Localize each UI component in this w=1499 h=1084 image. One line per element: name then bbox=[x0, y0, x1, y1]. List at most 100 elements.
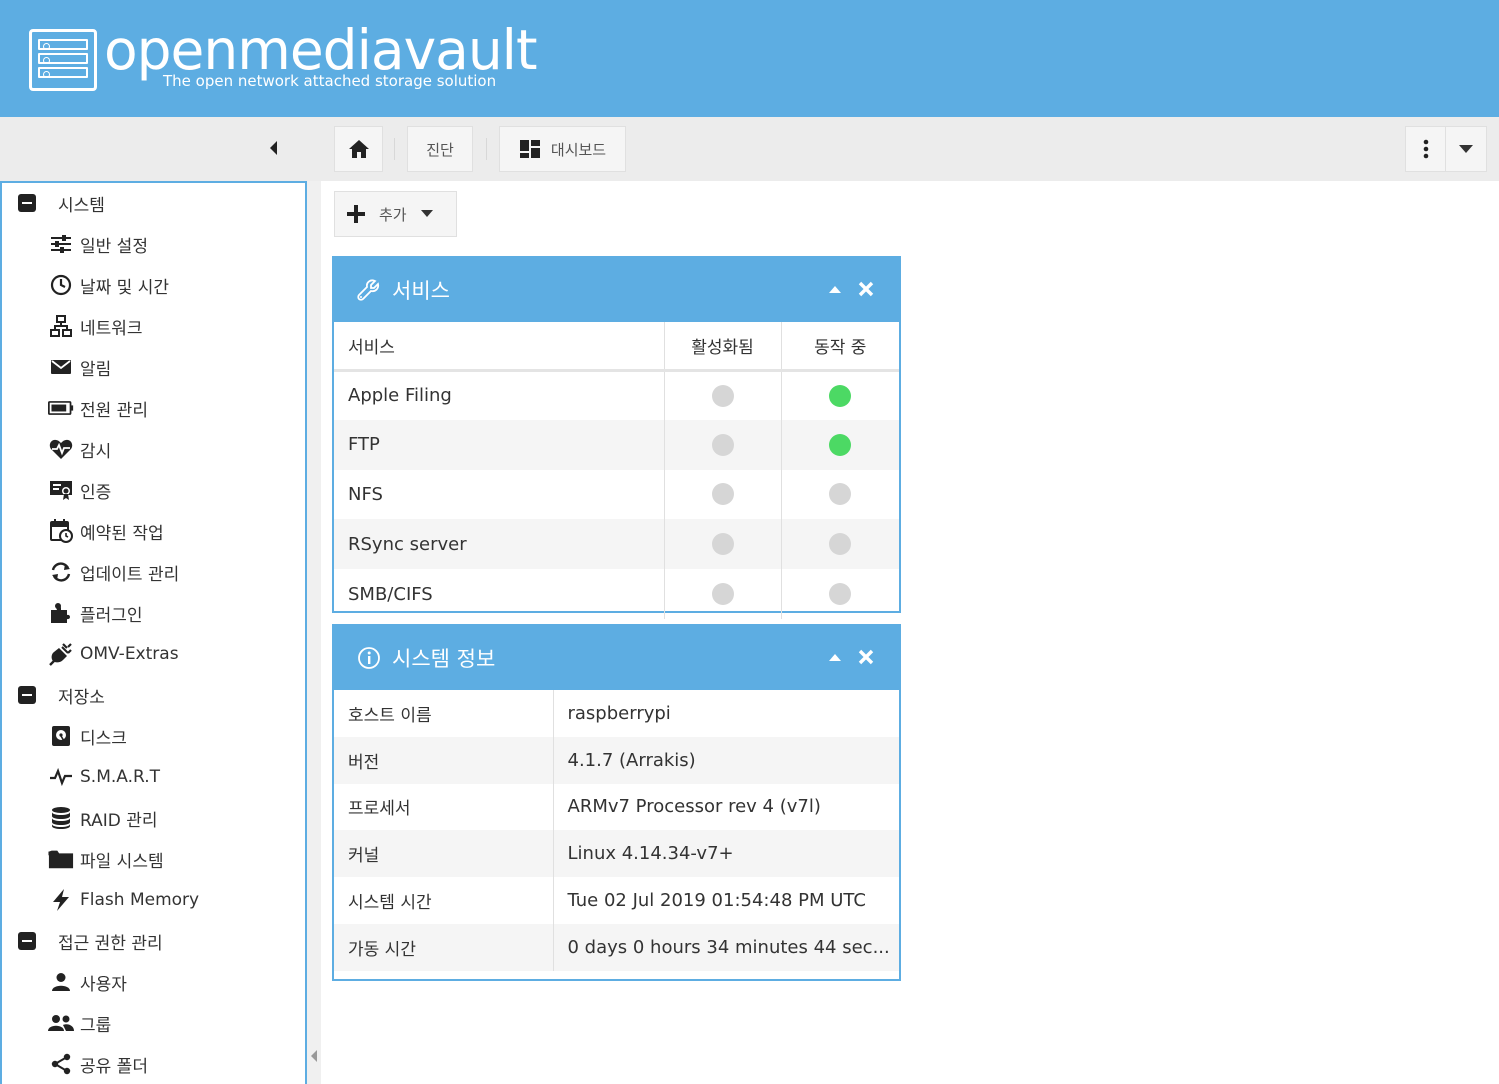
home-button[interactable] bbox=[334, 126, 383, 172]
info-circle-icon bbox=[356, 645, 382, 671]
sidebar-item-label: 네트워크 bbox=[80, 318, 143, 339]
sidebar-group-label: 저장소 bbox=[58, 687, 105, 708]
sidebar-item-label: RAID 관리 bbox=[80, 810, 158, 831]
sidebar-item-power-management[interactable]: 전원 관리 bbox=[48, 393, 148, 423]
sidebar-item-file-systems[interactable]: 파일 시스템 bbox=[48, 844, 164, 874]
system-info-panel-header: 시스템 정보 bbox=[334, 626, 899, 690]
service-enabled-cell bbox=[664, 419, 782, 470]
disk-icon bbox=[48, 723, 74, 749]
sidebar-item-update-management[interactable]: 업데이트 관리 bbox=[48, 557, 179, 587]
sliders-icon bbox=[48, 231, 74, 257]
sidebar-item-network[interactable]: 네트워크 bbox=[48, 311, 143, 341]
table-row: 커널 Linux 4.14.34-v7+ bbox=[334, 830, 899, 878]
service-name: RSync server bbox=[334, 519, 665, 570]
heartbeat-icon bbox=[48, 436, 74, 462]
services-panel: 서비스 서비스 활성화됨 동작 중 Apple Filing FTP NFS RSyn… bbox=[332, 256, 901, 619]
status-dot-on bbox=[829, 433, 852, 456]
flash-icon bbox=[48, 887, 74, 913]
battery-icon bbox=[48, 395, 74, 421]
status-dot-off bbox=[711, 433, 734, 456]
breadcrumb-dashboard[interactable]: 대시보드 bbox=[499, 126, 626, 172]
sidebar-group-label: 시스템 bbox=[58, 195, 105, 216]
status-dot-off bbox=[711, 533, 734, 556]
sidebar-item-label: 예약된 작업 bbox=[80, 523, 164, 544]
sidebar-item-flash-memory[interactable]: Flash Memory bbox=[48, 885, 199, 915]
sidebar-item-raid-management[interactable]: RAID 관리 bbox=[48, 803, 158, 833]
sidebar-item-date-time[interactable]: 날짜 및 시간 bbox=[48, 270, 169, 300]
table-row: 버전 4.1.7 (Arrakis) bbox=[334, 736, 899, 784]
service-enabled-cell bbox=[664, 469, 782, 520]
sidebar-item-general-settings[interactable]: 일반 설정 bbox=[48, 229, 148, 259]
collapse-minus-icon[interactable] bbox=[14, 928, 40, 954]
sidebar-item-disks[interactable]: 디스크 bbox=[48, 721, 127, 751]
user-menu-dropdown-button[interactable] bbox=[1445, 126, 1487, 172]
collapse-sidebar-button[interactable] bbox=[262, 136, 286, 160]
table-row[interactable]: Apple Filing bbox=[334, 370, 899, 420]
sidebar-item-shared-folders[interactable]: 공유 폴더 bbox=[48, 1049, 148, 1079]
table-row[interactable]: NFS bbox=[334, 469, 899, 520]
info-key: 버전 bbox=[334, 736, 554, 784]
sidebar-scrollbar[interactable] bbox=[307, 181, 321, 1084]
collapse-minus-icon[interactable] bbox=[14, 682, 40, 708]
info-key: 호스트 이름 bbox=[334, 690, 554, 737]
sidebar-item-scheduled-jobs[interactable]: 예약된 작업 bbox=[48, 516, 164, 546]
collapse-minus-icon[interactable] bbox=[14, 190, 40, 216]
sidebar-item-label: Flash Memory bbox=[80, 890, 200, 910]
table-row[interactable]: RSync server bbox=[334, 519, 899, 570]
network-icon bbox=[48, 313, 74, 339]
refresh-icon bbox=[48, 559, 74, 585]
folder-icon bbox=[48, 846, 74, 872]
info-key: 커널 bbox=[334, 830, 554, 878]
services-table: 서비스 활성화됨 동작 중 Apple Filing FTP NFS RSync se… bbox=[334, 322, 899, 619]
service-running-cell bbox=[781, 370, 899, 420]
status-dot-off bbox=[711, 384, 734, 407]
column-header[interactable]: 동작 중 bbox=[781, 322, 899, 372]
brand-tagline: The open network attached storage soluti… bbox=[163, 72, 497, 90]
collapse-panel-icon[interactable] bbox=[829, 654, 841, 661]
pulse-icon bbox=[48, 764, 74, 790]
collapse-panel-icon[interactable] bbox=[829, 286, 841, 293]
sidebar-group-storage[interactable]: 저장소 bbox=[14, 680, 105, 710]
close-icon[interactable] bbox=[855, 646, 877, 668]
sidebar-item-groups[interactable]: 그룹 bbox=[48, 1008, 111, 1038]
sidebar-item-users[interactable]: 사용자 bbox=[48, 967, 127, 997]
vertical-dots-icon bbox=[1423, 139, 1428, 159]
user-icon bbox=[48, 969, 74, 995]
breadcrumb-label: 진단 bbox=[426, 140, 454, 159]
scroll-arrow-icon[interactable] bbox=[311, 1050, 317, 1062]
sidebar-group-label: 접근 권한 관리 bbox=[58, 933, 163, 954]
service-enabled-cell bbox=[664, 569, 782, 619]
system-info-panel: 시스템 정보 호스트 이름 raspberrypi 버전 4.1.7 (Arrakis… bbox=[332, 624, 901, 981]
sidebar-item-label: 인증 bbox=[80, 482, 112, 503]
info-key: 프로세서 bbox=[334, 783, 554, 831]
breadcrumb-diagnostics[interactable]: 진단 bbox=[407, 126, 473, 172]
service-name: FTP bbox=[334, 419, 665, 470]
sidebar-item-omv-extras[interactable]: OMV-Extras bbox=[48, 639, 179, 669]
table-row[interactable]: SMB/CIFS bbox=[334, 569, 899, 619]
table-row: 가동 시간 0 days 0 hours 34 minutes 44 sec... bbox=[334, 923, 899, 971]
share-icon bbox=[48, 1051, 74, 1077]
add-widget-button[interactable]: 추가 bbox=[334, 191, 457, 237]
sidebar-item-monitoring[interactable]: 감시 bbox=[48, 434, 111, 464]
sidebar-group-system[interactable]: 시스템 bbox=[14, 188, 105, 218]
more-options-button[interactable] bbox=[1405, 126, 1446, 172]
column-header[interactable]: 활성화됨 bbox=[664, 322, 782, 372]
status-dot-on bbox=[829, 384, 852, 407]
sidebar-item-smart[interactable]: S.M.A.R.T bbox=[48, 762, 160, 792]
sidebar-group-access-rights[interactable]: 접근 권한 관리 bbox=[14, 926, 163, 956]
system-info-panel-title: 시스템 정보 bbox=[392, 647, 496, 671]
service-running-cell bbox=[781, 569, 899, 619]
sidebar-item-label: 플러그인 bbox=[80, 605, 143, 626]
sidebar-item-plugins[interactable]: 플러그인 bbox=[48, 598, 143, 628]
service-running-cell bbox=[781, 470, 899, 520]
column-header[interactable]: 서비스 bbox=[334, 322, 665, 372]
close-icon[interactable] bbox=[855, 278, 877, 300]
sidebar-item-label: 일반 설정 bbox=[80, 236, 148, 257]
info-value: 0 days 0 hours 34 minutes 44 sec... bbox=[553, 923, 899, 971]
status-dot-off bbox=[829, 583, 852, 606]
sidebar-item-notification[interactable]: 알림 bbox=[48, 352, 111, 382]
sidebar-item-certificates[interactable]: 인증 bbox=[48, 475, 111, 505]
sidebar-item-label: 그룹 bbox=[80, 1015, 112, 1036]
info-value: raspberrypi bbox=[567, 702, 671, 724]
table-row[interactable]: FTP bbox=[334, 419, 899, 470]
